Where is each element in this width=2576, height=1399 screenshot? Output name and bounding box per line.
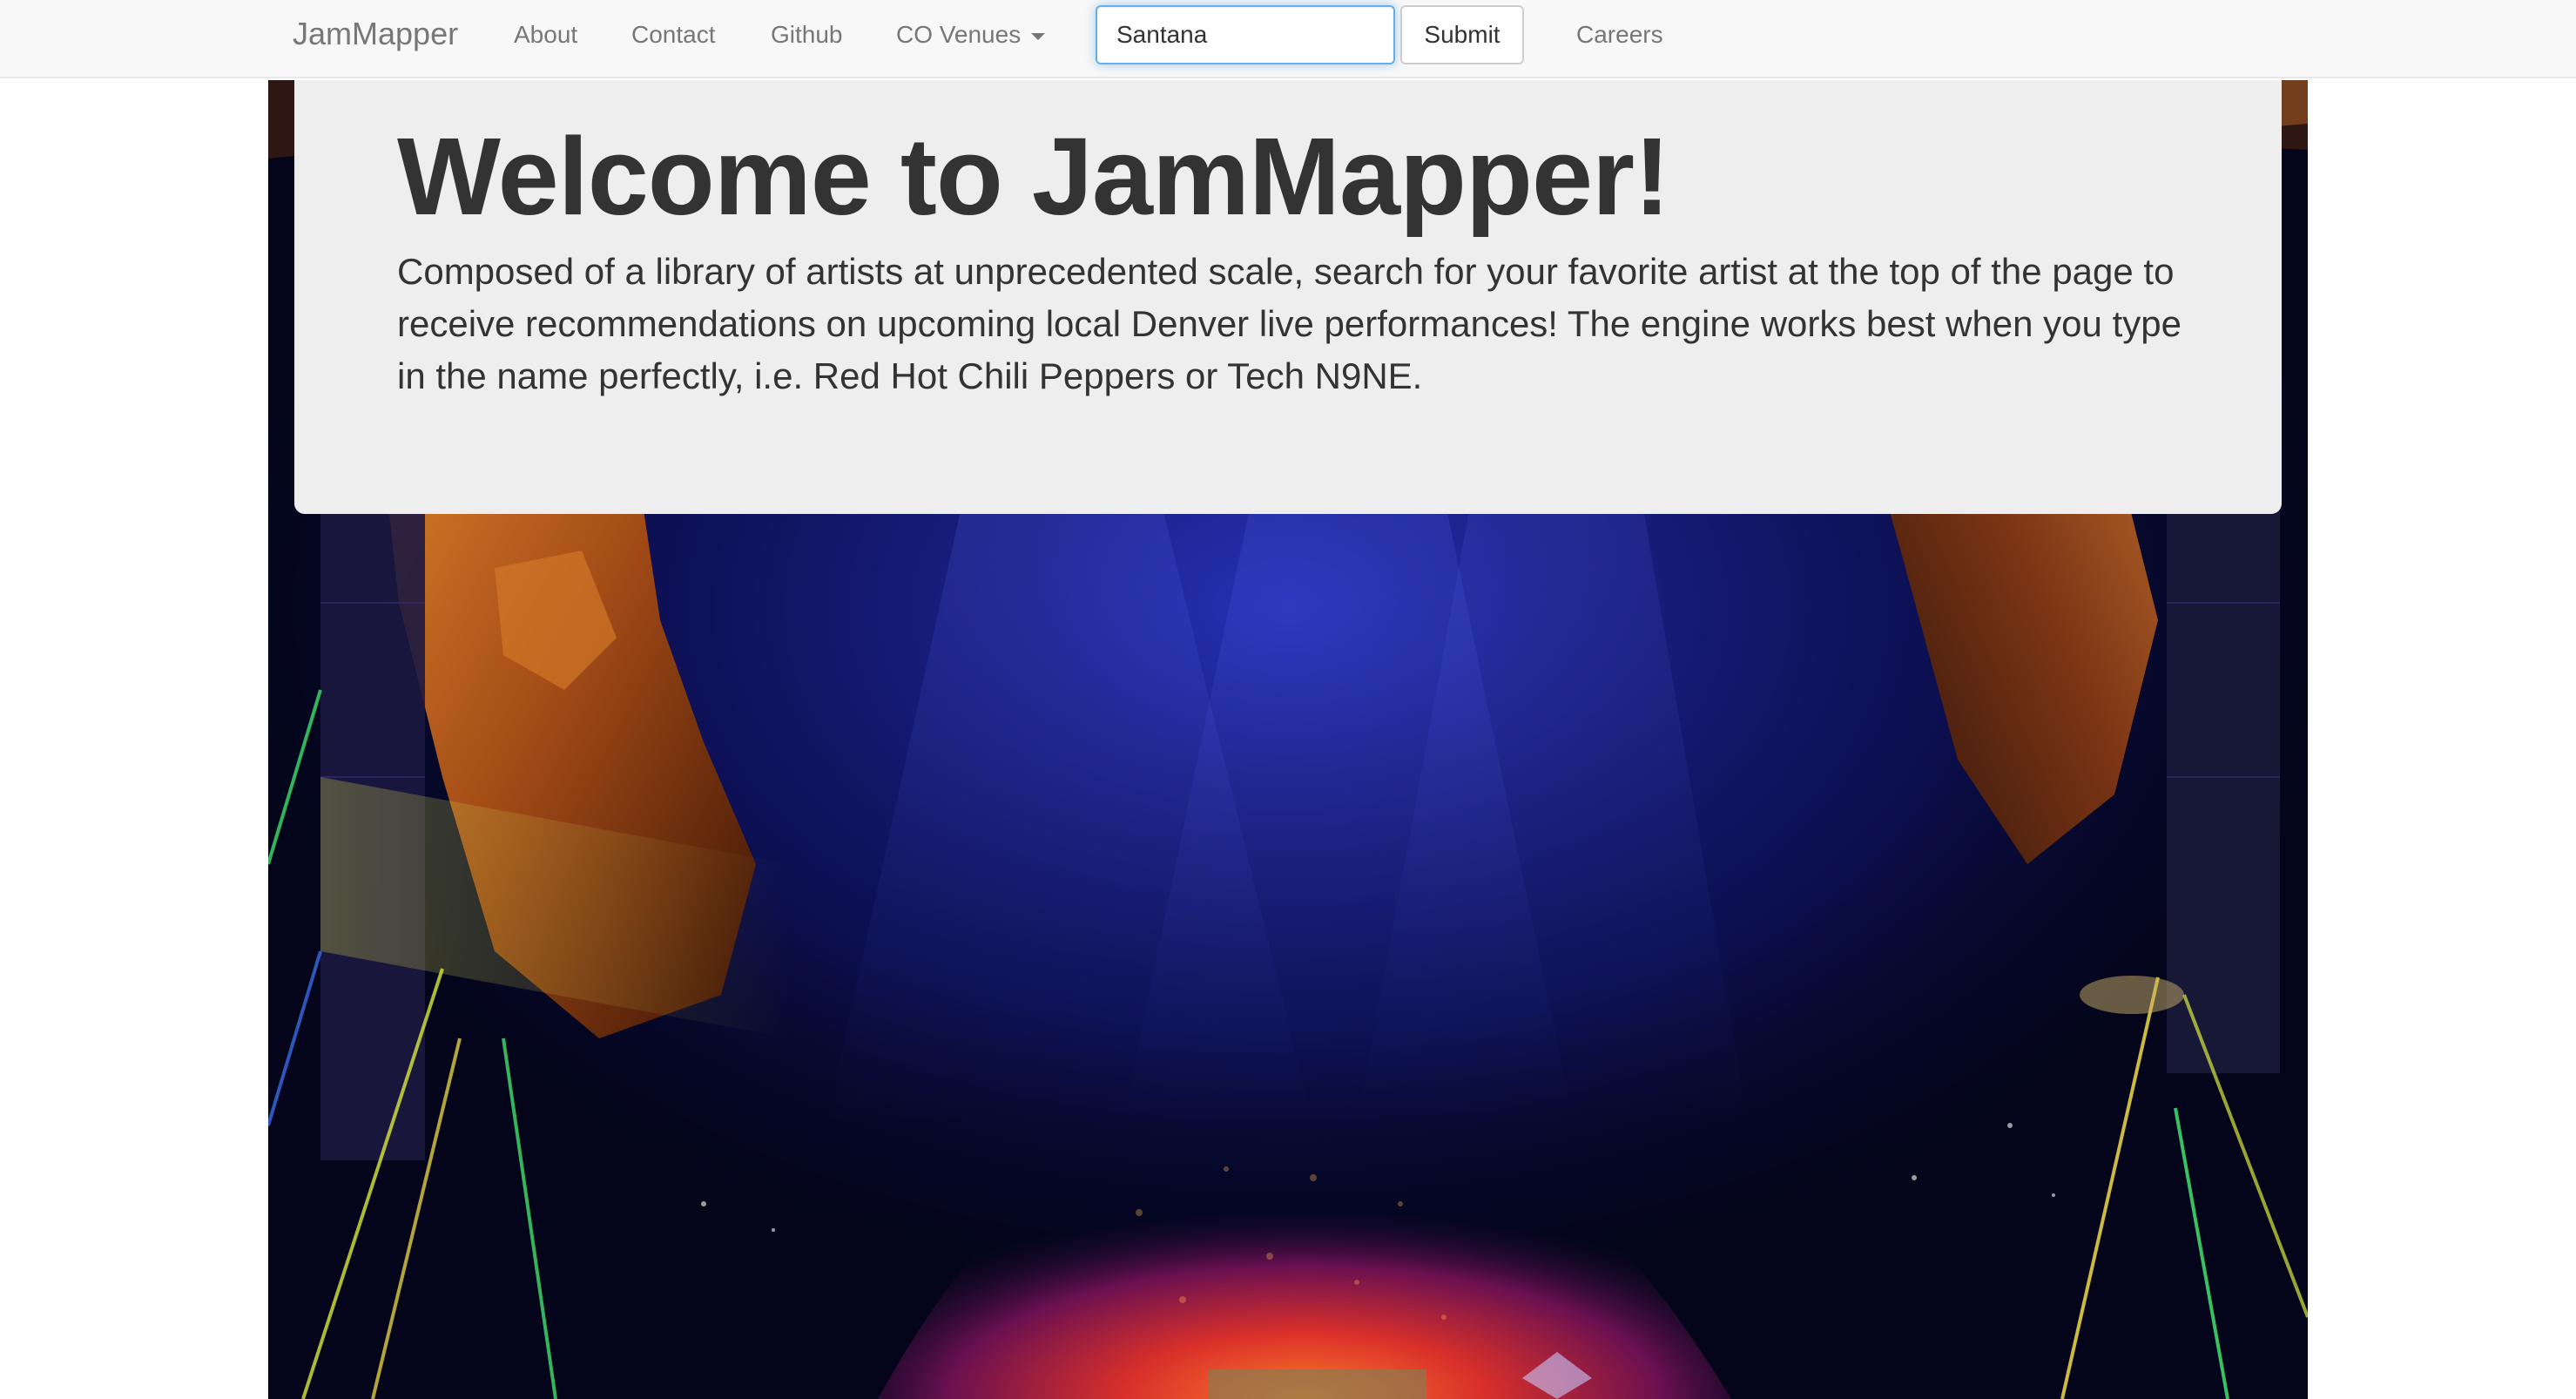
artist-search-input[interactable] <box>1096 5 1395 64</box>
brand-link[interactable]: JamMapper <box>293 16 458 52</box>
intro-paragraph: Composed of a library of artists at unpr… <box>397 251 2182 396</box>
nav-careers-link[interactable]: Careers <box>1576 21 1663 49</box>
welcome-jumbotron: Welcome to JamMapper! Composed of a libr… <box>294 80 2282 514</box>
nav-venues-label: CO Venues <box>896 21 1022 48</box>
nav-about-link[interactable]: About <box>514 21 577 49</box>
caret-down-icon <box>1031 32 1046 40</box>
submit-button[interactable]: Submit <box>1400 5 1524 64</box>
nav-github-link[interactable]: Github <box>771 21 843 49</box>
nav-venues-dropdown[interactable]: CO Venues <box>896 21 1046 49</box>
top-navbar: JamMapper About Contact Github CO Venues… <box>0 0 2576 78</box>
page-title: Welcome to JamMapper! <box>397 115 1670 238</box>
nav-contact-link[interactable]: Contact <box>631 21 716 49</box>
